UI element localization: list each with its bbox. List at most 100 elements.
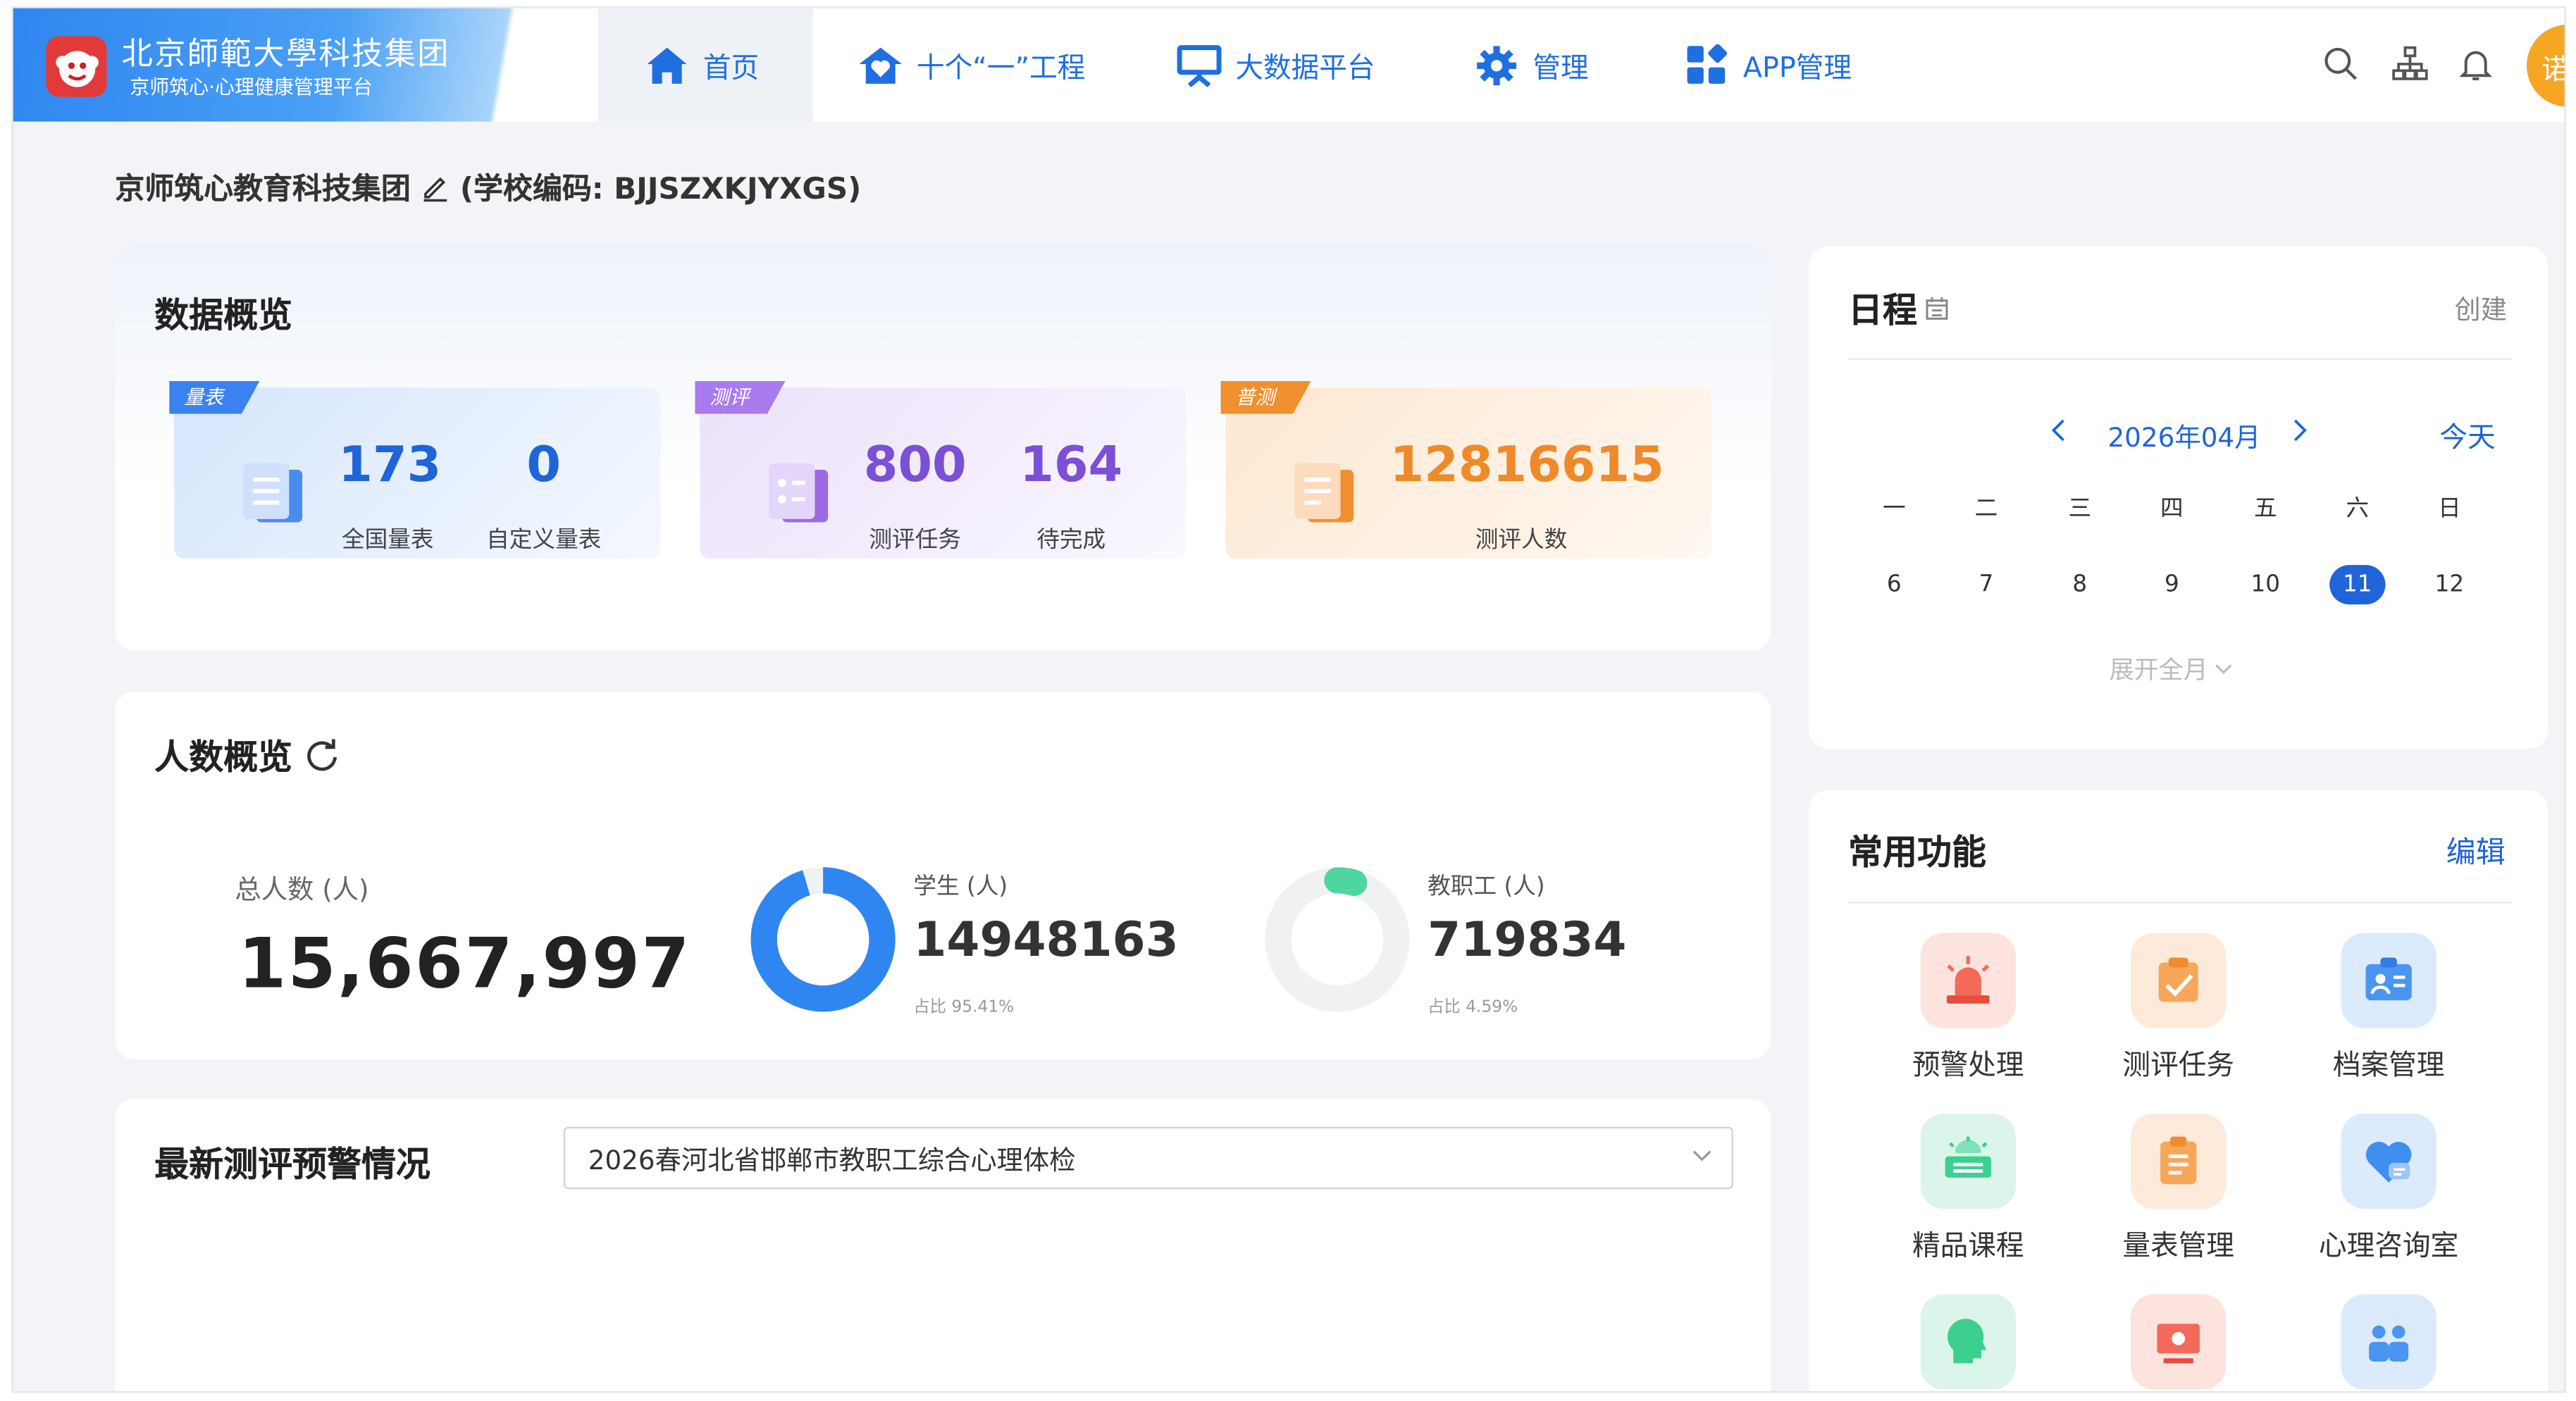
heart-house-icon xyxy=(857,42,903,87)
document-list-icon xyxy=(243,463,303,523)
weekday-label: 日 xyxy=(2438,496,2461,523)
stat-value: 0 xyxy=(526,437,562,494)
function-assessment-tasks[interactable]: 测评任务 xyxy=(2096,933,2260,1083)
nav-ten-projects[interactable]: 十个“一”工程 xyxy=(857,8,1085,122)
task-icon xyxy=(2131,933,2227,1028)
calendar-day[interactable]: 10 xyxy=(2241,571,2290,597)
schedule-title: 日程 xyxy=(1848,290,1917,330)
function-label: 档案管理 xyxy=(2332,1050,2445,1083)
monkey-logo-icon xyxy=(46,36,107,97)
function-monitor[interactable] xyxy=(2096,1294,2260,1390)
assessment-select[interactable]: 2026春河北省邯郸市教职工综合心理体检 xyxy=(563,1126,1733,1190)
schedule-title-row: 日程 xyxy=(1848,284,1950,333)
calendar-day[interactable]: 12 xyxy=(2425,571,2474,597)
consult-heart-icon xyxy=(2341,1113,2436,1209)
calendar-icon xyxy=(1926,297,1948,320)
staff-donut-chart xyxy=(1265,867,1410,1012)
expand-month-toggle[interactable]: 展开全月 xyxy=(2110,652,2233,687)
org-chart-icon[interactable] xyxy=(2390,44,2429,84)
stat-value: 800 xyxy=(863,437,967,494)
search-icon[interactable] xyxy=(2322,44,2361,84)
stat-card-scales[interactable]: 量表 173 全国量表 0 自定义量表 xyxy=(169,380,661,559)
stat-label: 全国量表 xyxy=(341,527,434,554)
stat-label: 测评任务 xyxy=(869,527,961,554)
functions-title: 常用功能 xyxy=(1848,833,1986,873)
total-label: 总人数 (人) xyxy=(235,873,369,905)
stat-value: 12816615 xyxy=(1389,437,1664,494)
nav-label: 首页 xyxy=(702,52,760,86)
calendar-day-current[interactable]: 11 xyxy=(2329,565,2386,605)
nav-label: APP管理 xyxy=(1742,52,1852,86)
card-title-row: 人数概览 xyxy=(154,731,338,780)
function-archive-management[interactable]: 档案管理 xyxy=(2307,933,2471,1083)
school-name: 京师筑心教育科技集团 xyxy=(115,172,411,207)
nav-home[interactable]: 首页 xyxy=(597,8,814,122)
donut-track xyxy=(1265,867,1410,1012)
staff-label: 教职工 (人) xyxy=(1428,873,1545,900)
home-icon xyxy=(644,42,690,87)
school-info: 京师筑心教育科技集团 (学校编码: BJJSZXKJYXGS) xyxy=(115,166,861,209)
chevron-down-icon xyxy=(2215,664,2232,675)
nav-big-data[interactable]: 大数据平台 xyxy=(1176,8,1375,122)
brand-subtitle: 京师筑心·心理健康管理平台 xyxy=(130,75,373,99)
app-grid-icon xyxy=(1684,42,1730,87)
calendar-day[interactable]: 6 xyxy=(1869,571,1919,597)
calendar-day[interactable]: 7 xyxy=(1962,571,2011,597)
function-premium-courses[interactable]: 精品课程 xyxy=(1886,1113,2050,1263)
students-ratio: 占比 95.41% xyxy=(913,998,1015,1017)
create-event-link[interactable]: 创建 xyxy=(2454,287,2507,327)
bell-icon[interactable] xyxy=(2456,44,2496,84)
calendar-day[interactable]: 9 xyxy=(2147,571,2196,597)
nav-label: 管理 xyxy=(1532,52,1589,86)
user-avatar[interactable]: 诺 xyxy=(2527,24,2565,107)
head-icon xyxy=(1920,1294,2016,1390)
weekday-label: 六 xyxy=(2346,496,2370,523)
app-window: 北京師範大學科技集团 京师筑心·心理健康管理平台 首页 十个“一”工程 大数据平… xyxy=(11,6,2566,1393)
edit-functions-button[interactable]: 编辑 xyxy=(2446,830,2506,873)
nav-label: 大数据平台 xyxy=(1235,52,1375,86)
stat-label: 待完成 xyxy=(1036,527,1106,554)
clipboard-icon xyxy=(1294,463,1354,523)
students-donut-chart xyxy=(750,867,896,1012)
today-button[interactable]: 今天 xyxy=(2439,414,2495,455)
stat-tag: 测评 xyxy=(695,380,786,414)
card-title: 数据概览 xyxy=(154,295,293,335)
nav-app-manage[interactable]: APP管理 xyxy=(1684,8,1852,122)
function-alert-handling[interactable]: 预警处理 xyxy=(1886,933,2050,1083)
nav-manage[interactable]: 管理 xyxy=(1473,8,1589,122)
presentation-icon xyxy=(1176,42,1222,87)
function-label: 量表管理 xyxy=(2122,1230,2234,1264)
top-header: 北京師範大學科技集团 京师筑心·心理健康管理平台 首页 十个“一”工程 大数据平… xyxy=(13,8,2565,122)
calendar-day[interactable]: 8 xyxy=(2055,571,2105,597)
chevron-left-icon[interactable] xyxy=(2050,419,2067,442)
stat-label: 自定义量表 xyxy=(486,527,602,554)
students-value: 14948163 xyxy=(913,911,1179,968)
nav-label: 十个“一”工程 xyxy=(917,52,1086,86)
checklist-icon xyxy=(769,463,829,523)
staff-value: 719834 xyxy=(1428,911,1627,968)
divider xyxy=(1848,902,2513,904)
calendar-month: 2026年04月 xyxy=(2107,422,2261,454)
donut-arc xyxy=(750,867,896,1012)
refresh-icon[interactable] xyxy=(306,739,339,772)
chevron-right-icon[interactable] xyxy=(2292,419,2308,442)
edit-pencil-icon[interactable] xyxy=(421,173,450,202)
weekday-label: 二 xyxy=(1974,496,1998,523)
stat-card-assessments[interactable]: 测评 800 测评任务 164 待完成 xyxy=(695,380,1187,559)
weekday-label: 四 xyxy=(2160,496,2184,523)
students-label: 学生 (人) xyxy=(913,873,1008,900)
weekday-label: 一 xyxy=(1883,496,1906,523)
brand-title: 北京師範大學科技集团 xyxy=(121,36,450,73)
function-mental-health[interactable] xyxy=(1886,1294,2050,1390)
stat-tag: 普测 xyxy=(1220,380,1311,414)
course-icon xyxy=(1920,1113,2016,1209)
chevron-down-icon xyxy=(1692,1150,1711,1162)
function-scale-management[interactable]: 量表管理 xyxy=(2096,1113,2260,1264)
expand-label: 展开全月 xyxy=(2109,655,2208,685)
stat-card-screening[interactable]: 普测 12816615 测评人数 xyxy=(1220,380,1712,559)
card-title: 人数概览 xyxy=(154,737,293,777)
function-group[interactable] xyxy=(2307,1294,2471,1390)
function-counseling-room[interactable]: 心理咨询室 xyxy=(2307,1113,2471,1263)
monitor-icon xyxy=(2131,1294,2227,1390)
stat-value: 164 xyxy=(1020,437,1123,494)
